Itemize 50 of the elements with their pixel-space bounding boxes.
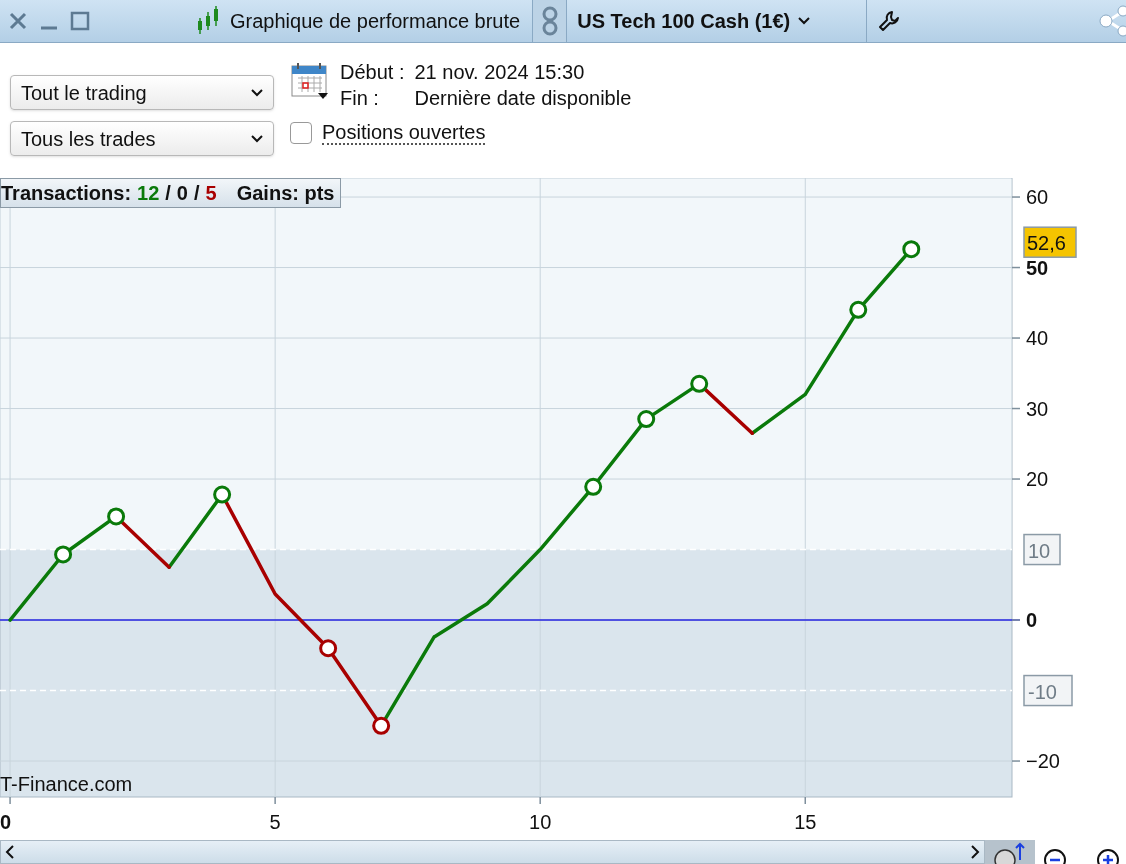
trade-marker (372, 716, 391, 735)
ref-line-label: -10 (1028, 680, 1057, 703)
x-axis-label: 15 (794, 811, 817, 833)
start-label: Début : (340, 60, 405, 85)
y-axis-label: 20 (1026, 468, 1049, 491)
y-axis-label: 50 (1026, 256, 1049, 279)
ref-line-label: 10 (1028, 539, 1051, 562)
last-value-tag: 52,6 (1023, 226, 1077, 258)
instrument-dropdown[interactable]: US Tech 100 Cash (1€) (567, 0, 868, 42)
y-axis-label: 60 (1026, 186, 1049, 209)
link-icon[interactable] (541, 6, 558, 36)
trade-marker (690, 374, 709, 393)
trade-marker (213, 485, 232, 504)
start-date: 21 nov. 2024 15:30 (414, 60, 586, 85)
y-axis-label: 30 (1026, 397, 1049, 420)
trade-marker (902, 240, 921, 259)
end-date: Dernière date disponible (414, 86, 632, 111)
reference-level-tag: 10 (1023, 533, 1061, 566)
trade-marker (107, 507, 126, 526)
filter-dropdown[interactable]: Tout le trading (10, 75, 274, 110)
calendar-icon[interactable] (290, 61, 330, 101)
wrench-icon[interactable] (877, 9, 902, 33)
horizontal-scrollbar[interactable] (0, 840, 985, 864)
y-axis-label: −20 (1026, 750, 1060, 773)
x-axis-label: 5 (269, 811, 281, 833)
x-axis-label: 10 (529, 811, 552, 833)
trade-marker (849, 300, 868, 319)
maximize-icon[interactable] (70, 11, 90, 31)
trade-marker (637, 410, 656, 429)
reference-level-tag: -10 (1023, 674, 1073, 707)
chevron-icon (798, 17, 811, 25)
chevron-icon (251, 134, 263, 143)
trade-marker (319, 639, 338, 658)
open-positions-label[interactable]: Positions ouvertes (322, 121, 486, 145)
trade-marker (54, 545, 73, 564)
chevron-icon (251, 88, 263, 97)
filter-dropdown[interactable]: Tous les trades (10, 121, 274, 156)
chart-watermark: T-Finance.com (0, 773, 133, 795)
scroll-left-icon[interactable] (5, 845, 15, 859)
y-axis-label: 0 (1026, 609, 1038, 632)
trade-summary: Transactions: 12 / 0 / 5 Gains: pts (0, 178, 342, 208)
trade-marker (584, 477, 603, 496)
x-axis-label: 0 (0, 811, 12, 833)
close-icon[interactable] (8, 11, 28, 31)
y-axis-label: 40 (1026, 327, 1049, 350)
window-title: Graphique de performance brute (230, 9, 521, 34)
end-label: Fin : (340, 86, 380, 111)
open-positions-checkbox[interactable] (290, 122, 312, 144)
vertical-zoom-icon[interactable] (985, 840, 1035, 864)
scroll-right-icon[interactable] (970, 845, 980, 859)
